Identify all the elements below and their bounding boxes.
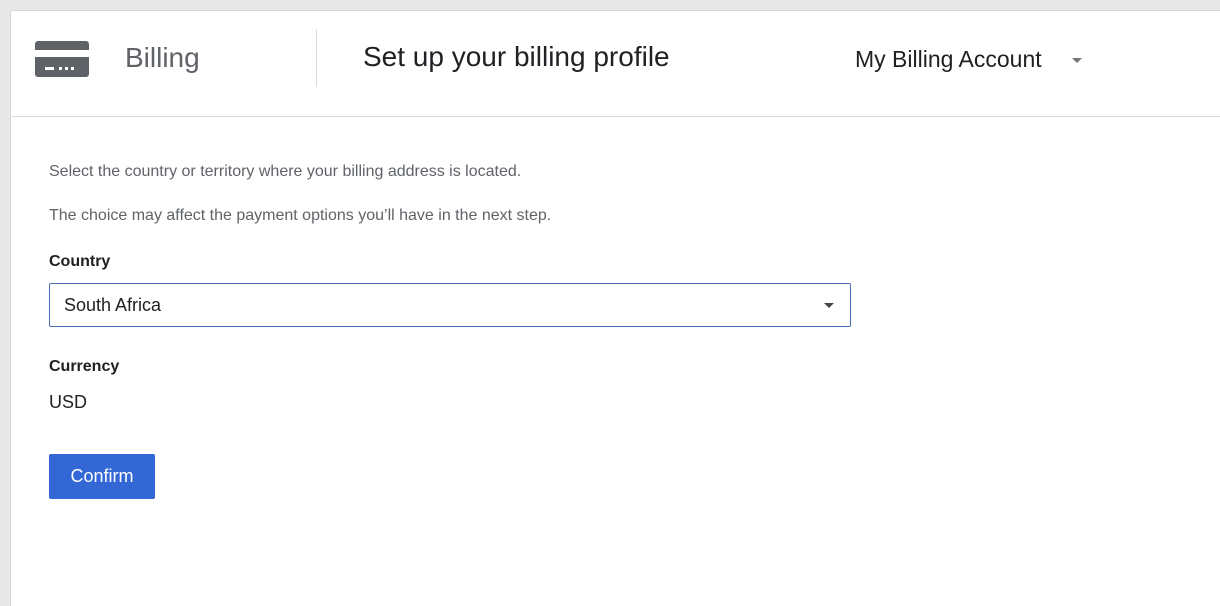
currency-label: Currency [49,358,120,375]
caret-down-icon[interactable] [1071,57,1082,63]
page-title: Set up your billing profile [363,41,670,72]
billing-account-switcher[interactable]: My Billing Account [855,43,1082,75]
billing-account-name: My Billing Account [855,46,1042,72]
currency-value: USD [49,392,88,412]
country-select-value: South Africa [64,295,162,315]
billing-page: Billing Set up your billing profile My B… [10,10,1220,606]
caret-down-icon [824,303,834,308]
page-header: Billing Set up your billing profile My B… [11,11,1220,117]
intro-text-line-1: Select the country or territory where yo… [49,163,522,180]
header-divider [316,29,317,87]
confirm-button[interactable]: Confirm [49,454,155,499]
country-select[interactable]: South Africa [49,283,851,327]
country-label: Country [49,253,111,270]
intro-text-line-2: The choice may affect the payment option… [49,207,552,224]
product-name: Billing [125,42,200,73]
credit-card-icon [35,41,89,77]
